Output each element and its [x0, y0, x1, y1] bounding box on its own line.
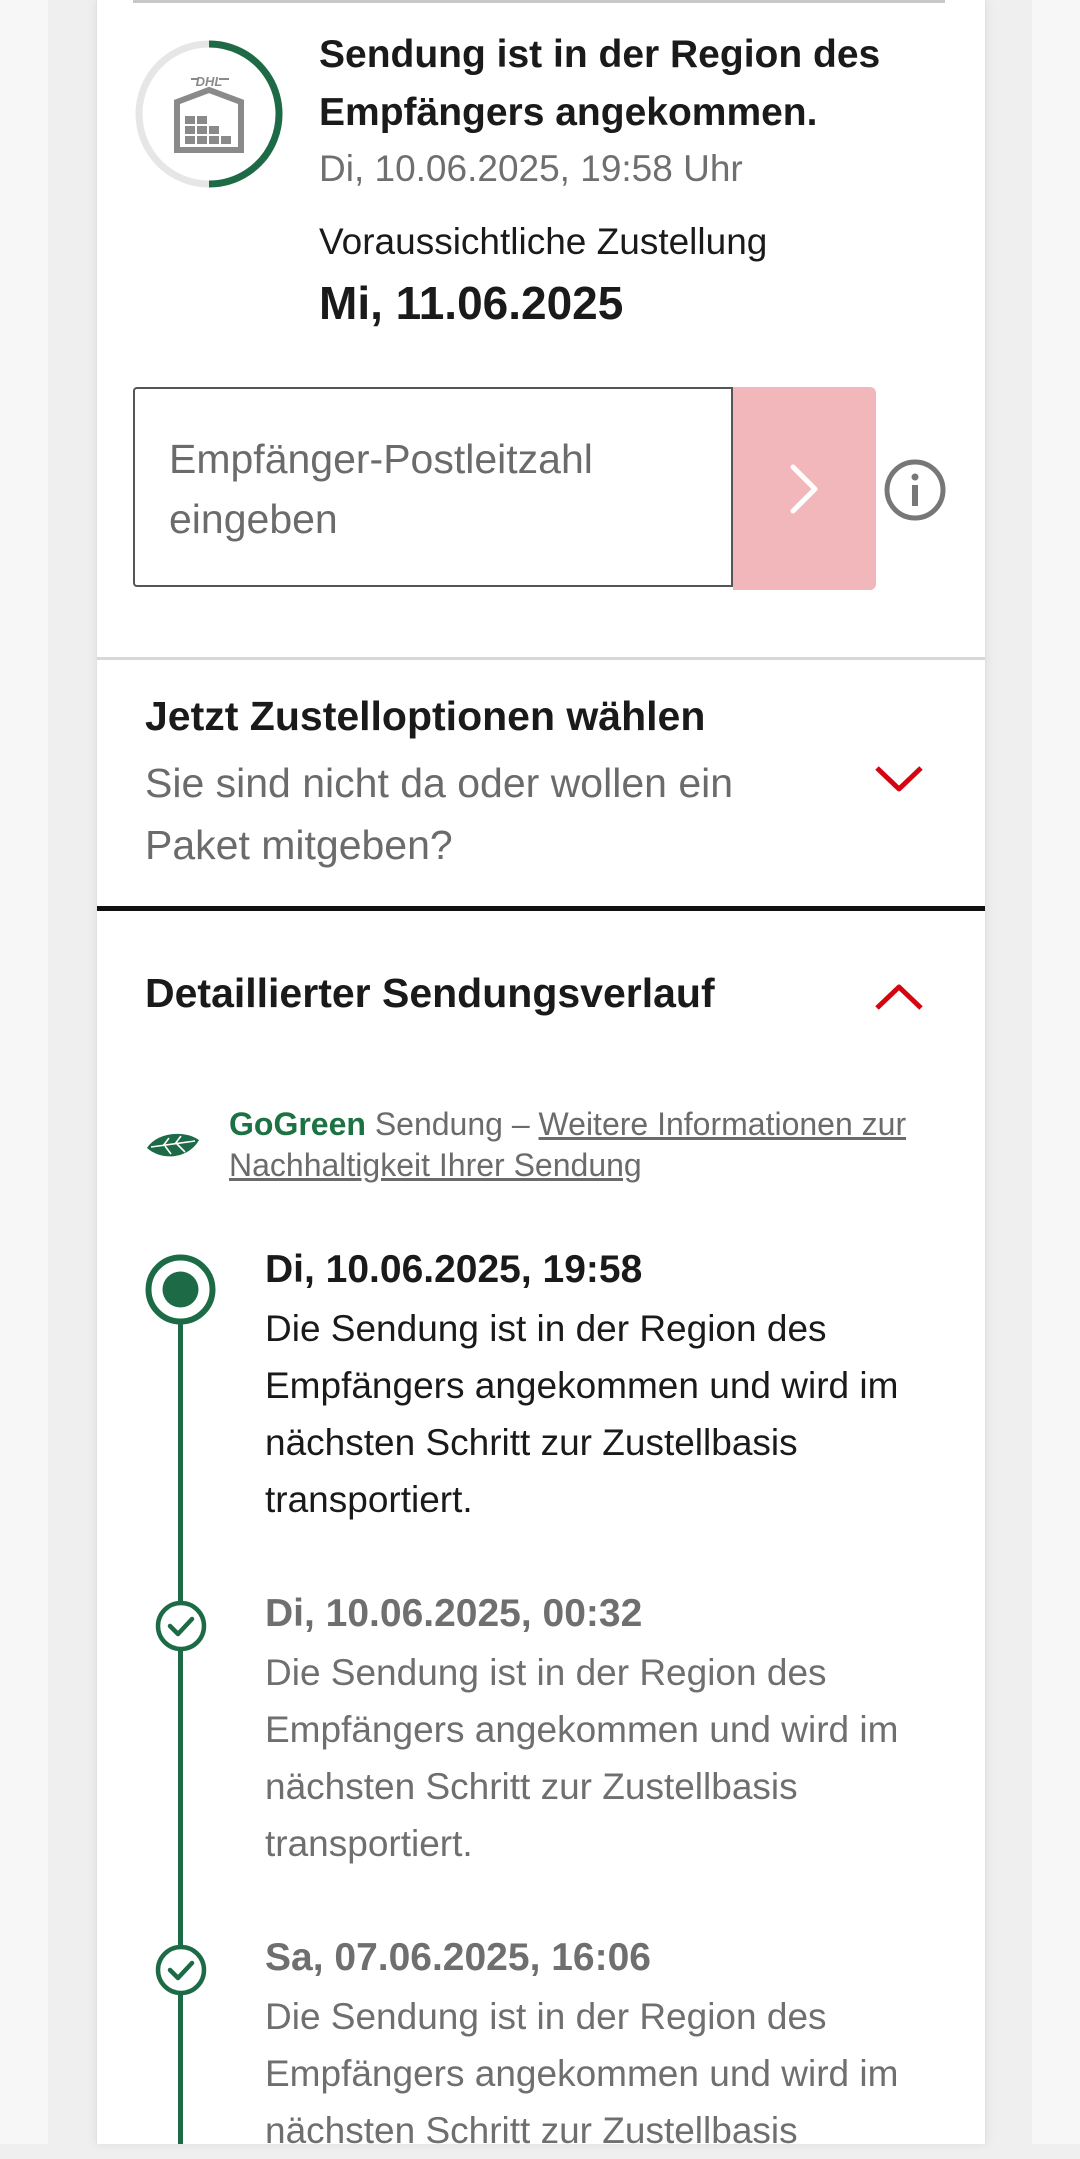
zip-submit-button[interactable] — [733, 387, 876, 590]
event-description: Die Sendung ist in der Region des Empfän… — [265, 1652, 899, 1864]
delivery-options-description: Sie sind nicht da oder wollen ein Paket … — [145, 760, 734, 868]
event-date: Sa, 07.06.2025, 16:06 — [265, 1936, 651, 1979]
chevron-right-icon — [790, 464, 818, 514]
event-date: Di, 10.06.2025, 00:32 — [265, 1592, 643, 1635]
warehouse-progress-icon: DHL — [135, 40, 283, 188]
eta-label: Voraussichtliche Zustellung — [319, 221, 768, 262]
top-divider — [133, 0, 945, 3]
status-title: Sendung ist in der Region des Empfängers… — [319, 33, 881, 134]
zip-code-input[interactable]: Empfänger-Postleitzahl eingeben — [133, 387, 733, 587]
event-description: Die Sendung ist in der Region des Empfän… — [265, 1996, 899, 2151]
timeline-current-dot-icon — [145, 1254, 216, 1325]
chevron-up-icon — [875, 984, 923, 1010]
chevron-down-icon — [875, 766, 923, 792]
tracking-card: DHL Sendung ist in der Region des Empfän… — [96, 0, 986, 2151]
timeline-check-icon — [155, 1600, 207, 1652]
progress-ring-fill — [208, 40, 283, 188]
status-timestamp: Di, 10.06.2025, 19:58 Uhr — [319, 148, 743, 189]
gogreen-text: Sendung – — [365, 1106, 539, 1142]
section-divider — [97, 657, 985, 660]
gogreen-brand: GoGreen — [229, 1106, 366, 1142]
eta-date: Mi, 11.06.2025 — [319, 277, 624, 329]
page-margin-left — [0, 0, 48, 2144]
shipment-history-title: Detaillierter Sendungsverlauf — [145, 970, 715, 1016]
page-margin-right — [1032, 0, 1080, 2144]
delivery-options-title: Jetzt Zustelloptionen wählen — [145, 693, 706, 739]
leaf-icon — [147, 1133, 199, 1157]
section-divider-strong — [97, 906, 985, 911]
event-description: Die Sendung ist in der Region des Empfän… — [265, 1308, 899, 1520]
timeline-check-icon — [155, 1944, 207, 1996]
info-icon[interactable] — [883, 458, 947, 522]
timeline-line — [178, 1320, 183, 2144]
dhl-logo-text: DHL — [196, 74, 223, 89]
warehouse-glyph: DHL — [174, 74, 244, 153]
gogreen-notice: GoGreen Sendung – Weitere Informationen … — [229, 1104, 929, 1186]
event-date: Di, 10.06.2025, 19:58 — [265, 1248, 643, 1291]
